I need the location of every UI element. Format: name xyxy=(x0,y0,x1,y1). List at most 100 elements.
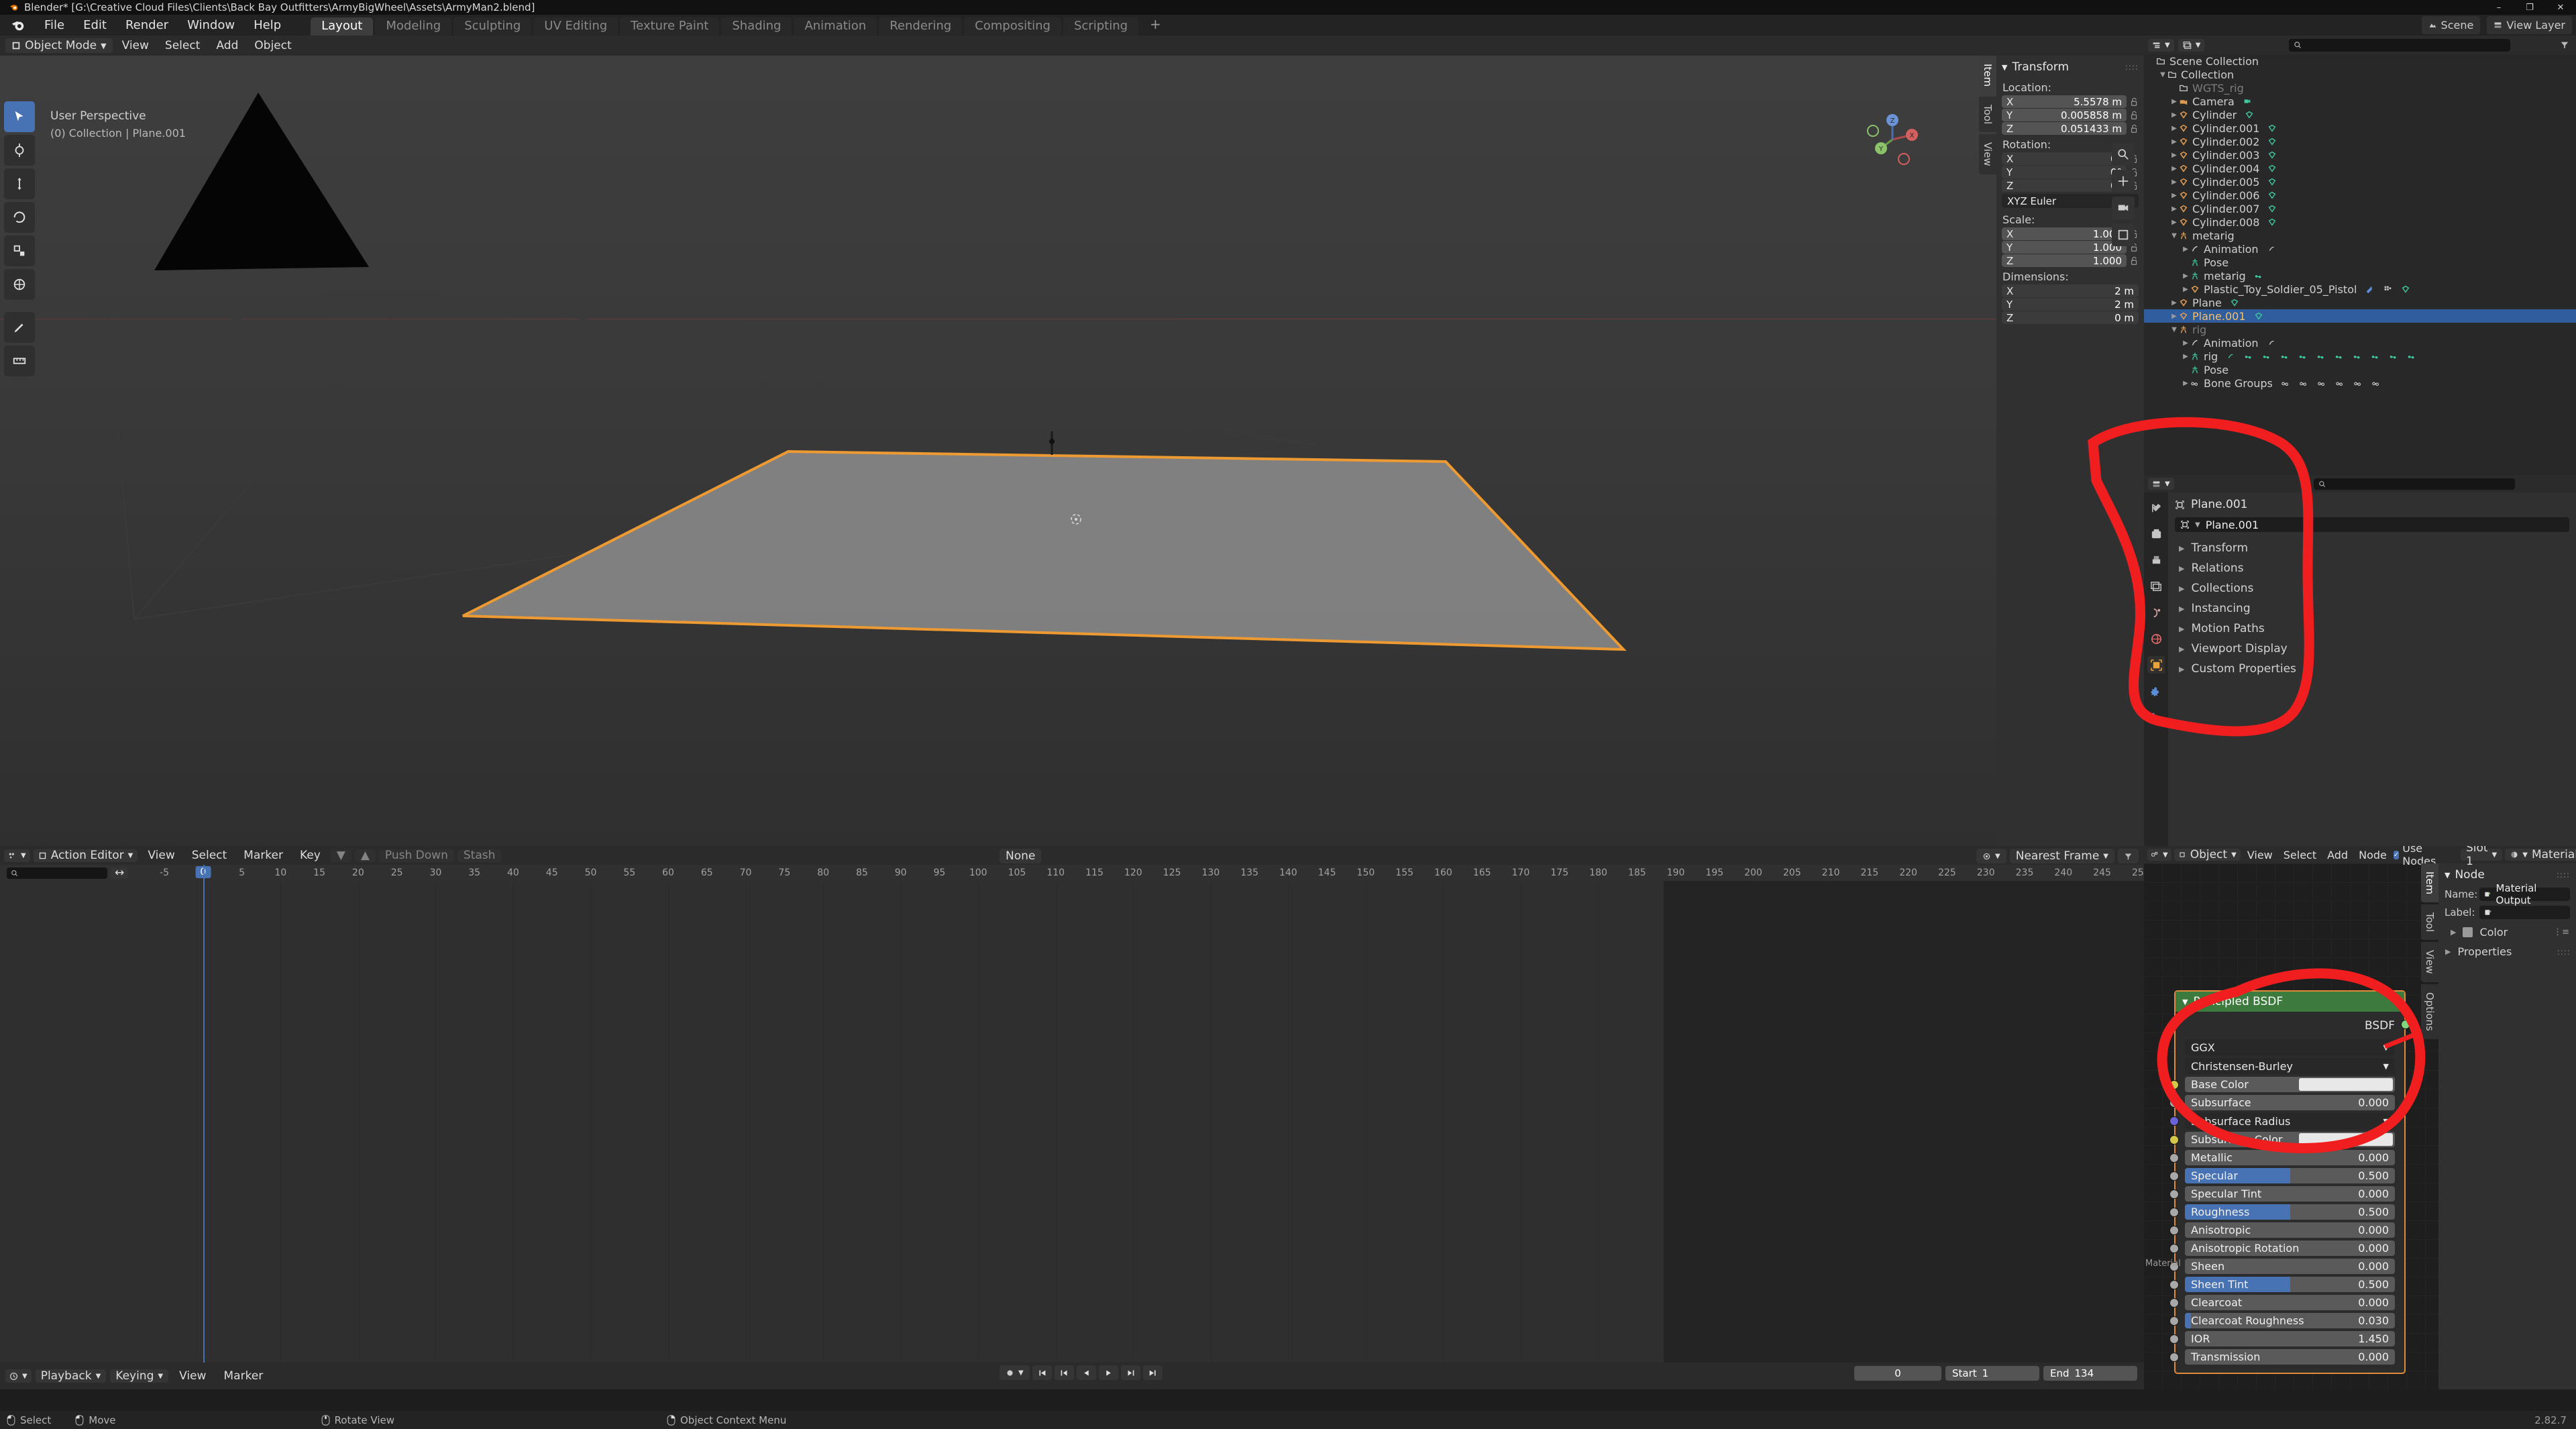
disclosure-triangle-icon[interactable]: ▼ xyxy=(2158,71,2167,78)
socket-slider[interactable]: Anisotropic Rotation 0.000 xyxy=(2185,1240,2395,1256)
tool-select-box[interactable] xyxy=(4,101,35,132)
node-label-input[interactable] xyxy=(2479,906,2570,919)
node-label-row[interactable]: Label: xyxy=(2438,904,2576,920)
pan-icon[interactable] xyxy=(2112,170,2135,193)
shader-sidebar-n-panel[interactable]: ▼ Node :::: Name: Material Output Label:… xyxy=(2438,863,2576,1389)
properties-search-input[interactable] xyxy=(2313,478,2515,490)
frame-range-fields[interactable]: 0 Start 1 End 134 xyxy=(1854,1366,2137,1381)
outliner-row-datablocks[interactable] xyxy=(2267,338,2280,348)
properties-body[interactable]: Plane.001 ▼ Plane.001 ▶ Transform ▶ Relatio… xyxy=(2168,492,2576,846)
disclosure-triangle-icon[interactable]: ▶ xyxy=(2169,152,2179,159)
prop-tab-world[interactable] xyxy=(2147,630,2165,647)
color-swatch[interactable] xyxy=(2299,1078,2393,1091)
bsdf-input-subsurface-color[interactable]: Subsurface Color xyxy=(2169,1132,2404,1147)
disclosure-triangle-icon[interactable]: ▶ xyxy=(2181,380,2190,387)
socket-slider[interactable]: Transmission 0.000 xyxy=(2185,1349,2395,1365)
grip-dots-icon[interactable]: :::: xyxy=(2557,947,2576,957)
snap-mode-selector[interactable]: Nearest Frame ▼ xyxy=(2009,849,2114,863)
bsdf-input-subsurface-radius[interactable]: Subsurface Radius ▼ xyxy=(2169,1113,2404,1129)
workspace-tabs[interactable]: Layout Modeling Sculpting UV Editing Tex… xyxy=(311,15,1171,36)
auto-keying-toggle[interactable]: ▼ xyxy=(1000,1365,1030,1380)
color-swatch[interactable] xyxy=(2299,1133,2393,1146)
outliner-row-datablocks[interactable] xyxy=(2254,311,2267,321)
dope-sheet-subheader[interactable]: ↔ 0-551015202530354045505560657075808590… xyxy=(0,865,2144,881)
socket-slider[interactable]: Clearcoat Roughness 0.030 xyxy=(2185,1313,2395,1328)
outliner-row-plane-001[interactable]: ▶ Plane.001 xyxy=(2144,309,2576,323)
bsdf-input-sheen[interactable]: Sheen 0.000 xyxy=(2169,1259,2404,1274)
outliner-row-datablocks[interactable] xyxy=(2245,110,2258,119)
location-z-row[interactable]: Z 0.051433 m xyxy=(1996,122,2144,135)
scale-z-row[interactable]: Z 1.000 xyxy=(1996,254,2144,267)
input-socket[interactable] xyxy=(2169,1171,2179,1181)
outliner-row-pose[interactable]: Pose xyxy=(2144,363,2576,376)
navigation-gizmo[interactable]: X Y Z xyxy=(1862,109,1923,170)
disclosure-triangle-icon[interactable]: ▶ xyxy=(2169,219,2179,226)
outliner-row-metarig[interactable]: ▶ metarig xyxy=(2144,269,2576,282)
outliner-row-datablocks[interactable] xyxy=(2267,177,2281,187)
dimensions-z-field[interactable]: Z 0 m xyxy=(2002,311,2139,324)
input-socket[interactable] xyxy=(2169,1208,2179,1217)
outliner-row-datablocks[interactable] xyxy=(2254,271,2267,280)
outliner-row-datablocks[interactable] xyxy=(2267,204,2281,213)
outliner-tree[interactable]: Scene Collection ▼ Collection WGTS_rig ▶ Came… xyxy=(2144,54,2576,390)
bsdf-input-transmission[interactable]: Transmission 0.000 xyxy=(2169,1349,2404,1365)
outliner-row-datablocks[interactable] xyxy=(2281,378,2385,388)
playhead[interactable] xyxy=(203,865,205,1363)
grip-dots-icon[interactable]: :::: xyxy=(2125,62,2139,72)
color-input-widget[interactable]: Base Color xyxy=(2185,1077,2395,1092)
input-socket[interactable] xyxy=(2169,1189,2179,1199)
node-header[interactable]: ▼ Principled BSDF xyxy=(2176,992,2404,1012)
properties-editor[interactable]: ▼ Plane.001 ▼ Plane.001 ▶ Transform ▶ Relat… xyxy=(2144,475,2576,846)
location-x-row[interactable]: X 5.5578 m xyxy=(1996,95,2144,108)
prop-tab-particles[interactable] xyxy=(2147,708,2165,726)
bsdf-input-clearcoat-roughness[interactable]: Clearcoat Roughness 0.030 xyxy=(2169,1313,2404,1328)
rotation-x-field[interactable]: X 0° xyxy=(2002,152,2127,165)
outliner-row-datablocks[interactable] xyxy=(2267,244,2280,254)
push-down-button[interactable]: Push Down xyxy=(378,849,454,862)
window-controls[interactable]: – ❐ ✕ xyxy=(2483,0,2576,15)
bsdf-input-specular-tint[interactable]: Specular Tint 0.000 xyxy=(2169,1186,2404,1202)
outliner-row-collection[interactable]: ▼ Collection xyxy=(2144,68,2576,81)
socket-slider[interactable]: Sheen Tint 0.500 xyxy=(2185,1277,2395,1292)
properties-tab-rail[interactable] xyxy=(2144,492,2168,846)
timeline-menu-view[interactable]: View xyxy=(172,1367,213,1385)
disclosure-triangle-icon[interactable]: ▶ xyxy=(2181,353,2190,360)
disclosure-triangle-icon[interactable]: ▶ xyxy=(2181,339,2190,347)
menu-help[interactable]: Help xyxy=(244,16,290,34)
object-name-field[interactable]: ▼ Plane.001 xyxy=(2175,517,2569,532)
dope-mode-selector[interactable]: Action Editor ▼ xyxy=(33,849,138,862)
dimensions-x-field[interactable]: X 2 m xyxy=(2002,284,2139,297)
viewport-nav-buttons[interactable] xyxy=(2112,143,2139,246)
disclosure-triangle-icon[interactable]: ▶ xyxy=(2169,125,2179,132)
viewlayer-selector[interactable]: View Layer xyxy=(2487,16,2572,34)
shader-editor-type-button[interactable]: ▼ xyxy=(2147,849,2171,861)
properties-sections[interactable]: ▶ Transform ▶ Relations ▶ Collections ▶ Instanc… xyxy=(2175,538,2569,679)
node-name-row[interactable]: Name: Material Output xyxy=(2438,882,2576,906)
grip-dots-icon[interactable]: :::: xyxy=(2557,870,2570,880)
jump-to-end-button[interactable] xyxy=(1142,1365,1163,1380)
socket-slider[interactable]: Anisotropic 0.000 xyxy=(2185,1222,2395,1238)
bsdf-input-sheen-tint[interactable]: Sheen Tint 0.500 xyxy=(2169,1277,2404,1292)
tab-sculpting[interactable]: Sculpting xyxy=(453,17,532,36)
tool-cursor[interactable] xyxy=(4,135,35,166)
tab-layout[interactable]: Layout xyxy=(311,17,374,36)
camera-view-icon[interactable] xyxy=(2112,197,2135,219)
socket-slider[interactable]: Sheen 0.000 xyxy=(2185,1259,2395,1274)
disclosure-triangle-icon[interactable]: ▶ xyxy=(2169,178,2179,186)
n-panel-tabs[interactable]: Item Tool View xyxy=(1979,56,1996,176)
close-button[interactable]: ✕ xyxy=(2545,0,2576,15)
chevron-down-icon[interactable]: ▼ xyxy=(2195,521,2200,529)
dope-filter-button[interactable] xyxy=(2118,849,2139,863)
timeline-editor-type-button[interactable]: ▼ xyxy=(5,1369,32,1383)
bsdf-input-specular[interactable]: Specular 0.500 xyxy=(2169,1168,2404,1183)
distribution-row[interactable]: GGX ▼ xyxy=(2176,1039,2404,1055)
bsdf-input-ior[interactable]: IOR 1.450 xyxy=(2169,1331,2404,1346)
blender-menu-icon[interactable] xyxy=(11,18,25,33)
lock-icon[interactable] xyxy=(2130,97,2139,107)
outliner-row-datablocks[interactable] xyxy=(2267,123,2281,133)
outliner-row-plastic-toy-soldier-05-pistol[interactable]: ▶ Plastic_Toy_Soldier_05_Pistol xyxy=(2144,282,2576,296)
subsurface-method-dropdown[interactable]: Christensen-Burley ▼ xyxy=(2185,1058,2395,1074)
socket-slider[interactable]: Roughness 0.500 xyxy=(2185,1204,2395,1220)
viewport-toolbar[interactable] xyxy=(4,101,35,376)
input-socket[interactable] xyxy=(2169,1153,2179,1163)
